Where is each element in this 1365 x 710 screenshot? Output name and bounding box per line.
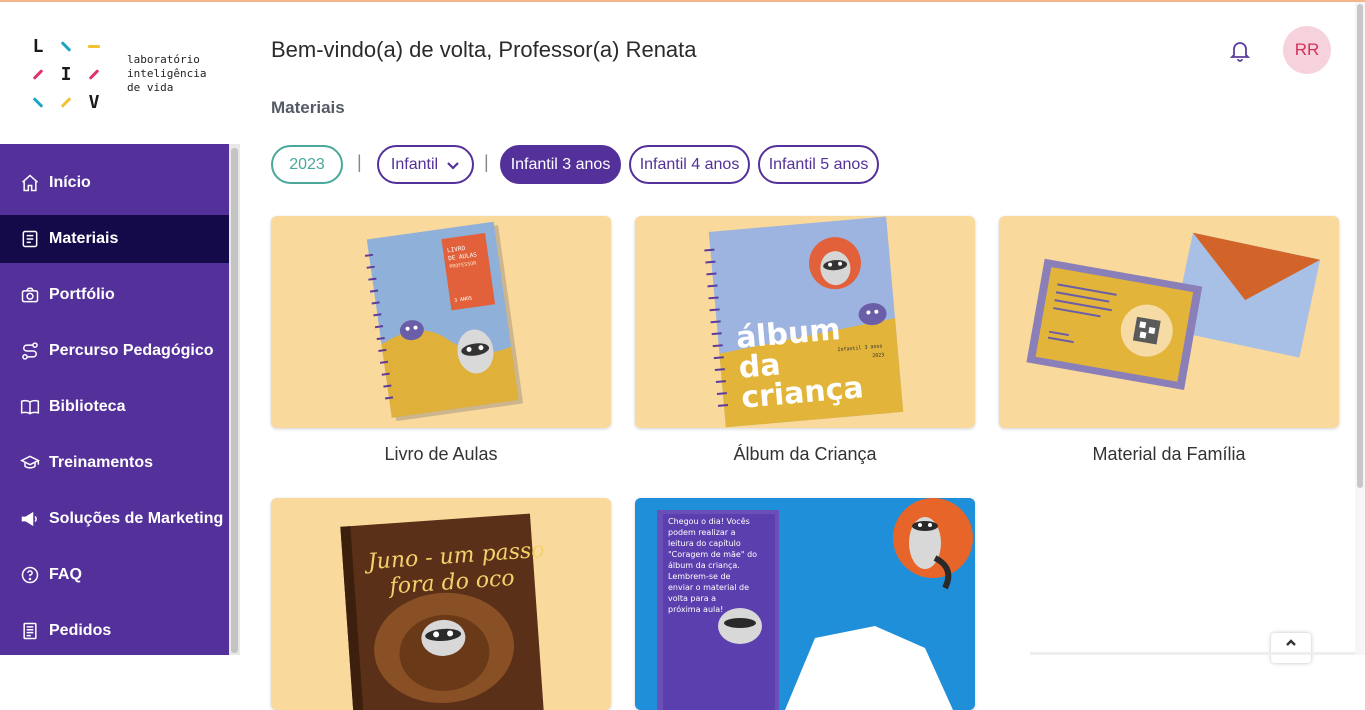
level-chip-infantil-5[interactable]: Infantil 5 anos [758, 145, 879, 184]
logo-text-line: inteligência [127, 67, 207, 80]
material-card-title[interactable]: Livro de Aulas [271, 444, 611, 465]
material-da-familia-image [1026, 232, 1321, 391]
sidebar-item-materiais[interactable]: Materiais [0, 215, 229, 263]
page-greeting: Bem-vindo(a) de volta, Professor(a) Rena… [271, 37, 697, 62]
sidebar-item-label: Pedidos [49, 622, 112, 639]
liv-logo-mark: L I V [30, 35, 106, 113]
sidebar-item-solucoes-de-marketing[interactable]: Soluções de Marketing [0, 495, 229, 543]
chevron-down-icon [446, 158, 460, 172]
post-text-line: podem realizar a [668, 528, 736, 537]
sidebar-item-portfolio[interactable]: Portfólio [0, 271, 229, 319]
segment-dropdown-label: Infantil [390, 155, 439, 173]
chevron-up-icon [1286, 639, 1296, 646]
post-text-line: Lembrem-se de [668, 572, 731, 581]
juno-book-cover-image: Juno - um passo fora do oco [340, 513, 545, 710]
post-text-line: leitura do capítulo [668, 539, 741, 548]
megaphone-icon [20, 509, 40, 529]
sidebar-item-label: FAQ [49, 566, 82, 583]
post-text-line: enviar o material de [668, 583, 749, 592]
material-card-social-post[interactable]: Chegou o dia! Vocês podem realizar a lei… [635, 498, 975, 710]
post-text-line: volta para a [668, 594, 716, 603]
logo-letter-i: I [60, 63, 72, 85]
level-chip-infantil-3[interactable]: Infantil 3 anos [500, 145, 621, 184]
post-text-line: álbum da criança. [668, 561, 740, 570]
logo-letter-v: V [88, 91, 100, 113]
logo-text-line: de vida [127, 81, 174, 94]
level-chip-infantil-4[interactable]: Infantil 4 anos [629, 145, 750, 184]
sidebar-item-label: Treinamentos [49, 454, 154, 471]
livro-de-aulas-cover-image: LIVRO DE AULAS PROFESSOR 3 ANOS [364, 221, 524, 422]
sidebar-item-label: Início [49, 174, 91, 191]
document-icon [20, 229, 40, 249]
sidebar-item-faq[interactable]: FAQ [0, 551, 229, 599]
sidebar-item-biblioteca[interactable]: Biblioteca [0, 383, 229, 431]
post-text-line: próxima aula! [668, 604, 723, 614]
sidebar-scrollbar-thumb[interactable] [231, 148, 238, 653]
notifications-bell-icon[interactable] [1228, 38, 1252, 62]
material-card-material-da-familia[interactable] [999, 216, 1339, 428]
segment-dropdown[interactable]: Infantil [377, 145, 474, 184]
route-icon [20, 341, 40, 361]
material-card-title[interactable]: Álbum da Criança [635, 444, 975, 465]
year-filter-chip[interactable]: 2023 [271, 145, 343, 184]
home-icon [20, 173, 40, 193]
question-icon [20, 565, 40, 585]
logo-text: laboratório inteligência de vida [127, 53, 206, 95]
sidebar-item-label: Biblioteca [49, 398, 126, 415]
material-card-juno-book[interactable]: Juno - um passo fora do oco [271, 498, 611, 710]
sidebar-item-label: Portfólio [49, 286, 115, 303]
avatar[interactable]: RR [1283, 26, 1331, 74]
receipt-icon [20, 621, 40, 641]
material-card-album-da-crianca[interactable]: álbum da criança Infantil 3 anos 2023 [635, 216, 975, 428]
sidebar-item-pedidos[interactable]: Pedidos [0, 607, 229, 655]
filter-separator: | [357, 152, 362, 172]
book-icon [20, 397, 40, 417]
sidebar: L I V laboratório inteligência de vida I… [0, 2, 240, 655]
logo-letter-l: L [32, 35, 44, 57]
material-card-title[interactable]: Material da Família [999, 444, 1339, 465]
post-text-line: Chegou o dia! Vocês [668, 516, 750, 526]
filter-separator: | [484, 152, 489, 172]
social-post-image: Chegou o dia! Vocês podem realizar a lei… [635, 498, 975, 710]
sidebar-item-inicio[interactable]: Início [0, 159, 229, 207]
logo[interactable]: L I V laboratório inteligência de vida [0, 2, 240, 144]
sidebar-nav: Início Materiais Portfólio Percurso Peda… [0, 144, 229, 655]
sidebar-item-treinamentos[interactable]: Treinamentos [0, 439, 229, 487]
graduation-cap-icon [20, 453, 40, 473]
page-scrollbar-thumb[interactable] [1357, 4, 1363, 488]
album-cover-year: 2023 [872, 352, 885, 359]
scroll-to-top-button[interactable] [1271, 633, 1311, 663]
material-card-livro-de-aulas[interactable]: LIVRO DE AULAS PROFESSOR 3 ANOS [271, 216, 611, 428]
album-da-crianca-cover-image: álbum da criança Infantil 3 anos 2023 [704, 216, 904, 428]
post-text-line: "Coragem de mãe" do [668, 550, 757, 559]
logo-text-line: laboratório [127, 53, 200, 66]
camera-icon [20, 285, 40, 305]
section-title: Materiais [271, 98, 345, 117]
sidebar-item-label: Materiais [49, 230, 119, 247]
sidebar-item-label: Percurso Pedagógico [49, 342, 214, 359]
sidebar-item-percurso-pedagogico[interactable]: Percurso Pedagógico [0, 327, 229, 375]
sidebar-item-label: Soluções de Marketing [49, 510, 224, 527]
